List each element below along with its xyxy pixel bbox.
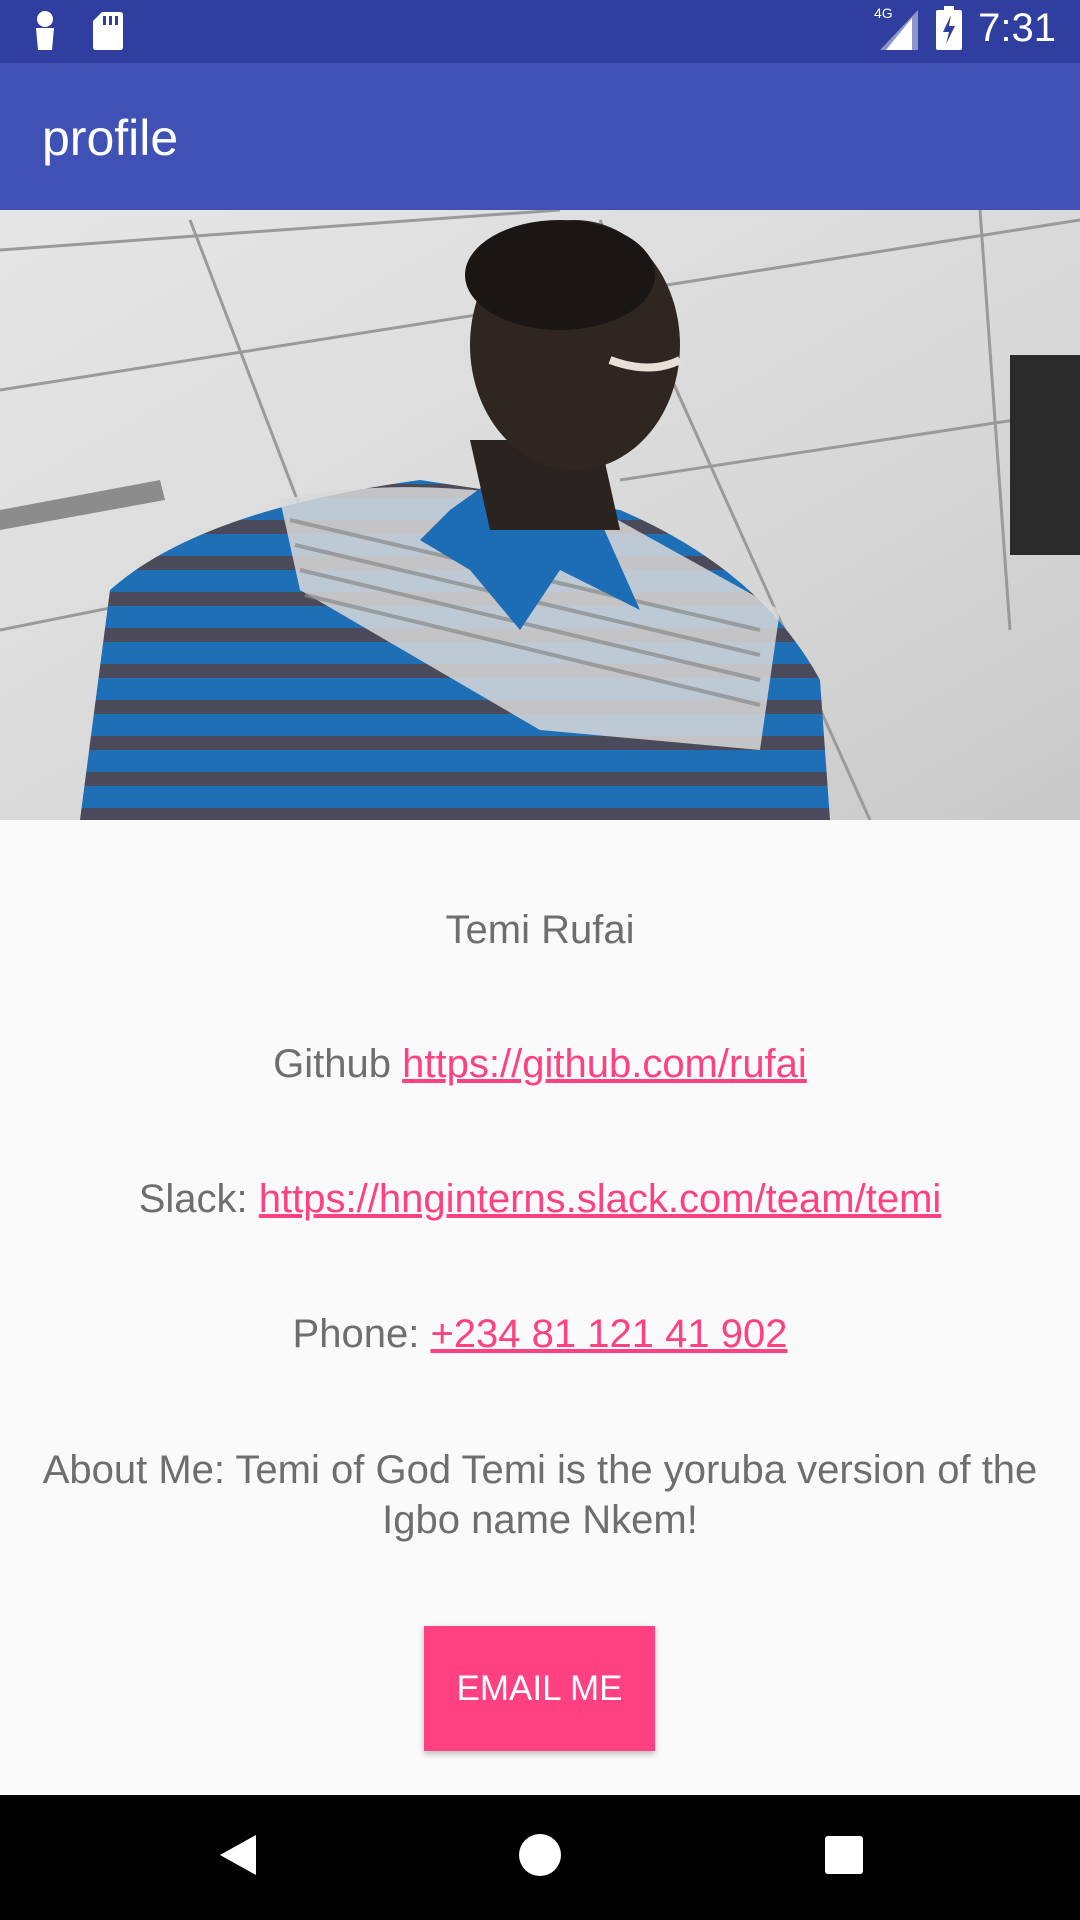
app-title: profile <box>42 110 179 166</box>
email-me-button[interactable]: EMAIL ME <box>424 1626 655 1751</box>
notification-icon <box>36 11 54 50</box>
phone-link[interactable]: +234 81 121 41 902 <box>430 1312 787 1356</box>
home-button[interactable] <box>510 1825 570 1885</box>
slack-label: Slack: <box>138 1177 248 1221</box>
back-icon <box>220 1835 256 1875</box>
app-bar: profile <box>0 63 1080 210</box>
github-link[interactable]: https://github.com/rufai <box>402 1042 807 1086</box>
recents-icon <box>825 1836 863 1874</box>
slack-link[interactable]: https://hnginterns.slack.com/team/temi <box>259 1177 942 1221</box>
phone-row: Phone: +234 81 121 41 902 <box>0 1312 1080 1357</box>
phone-label: Phone: <box>292 1312 420 1356</box>
navigation-bar <box>0 1795 1080 1920</box>
github-row: Github https://github.com/rufai <box>0 1042 1080 1087</box>
about-me-text: About Me: Temi of God Temi is the yoruba… <box>42 1448 1038 1542</box>
status-time: 7:31 <box>978 5 1056 50</box>
back-button[interactable] <box>208 1825 268 1885</box>
home-icon <box>519 1834 561 1876</box>
slack-row: Slack: https://hnginterns.slack.com/team… <box>0 1177 1080 1222</box>
sd-card-icon <box>93 12 123 50</box>
status-bar: 4G 7:31 <box>0 0 1080 63</box>
profile-photo <box>0 210 1080 820</box>
profile-name: Temi Rufai <box>445 908 635 952</box>
cellular-signal-icon: 4G <box>874 5 919 50</box>
github-label: Github <box>273 1042 392 1086</box>
profile-details: Temi Rufai Github https://github.com/ruf… <box>0 820 1080 1795</box>
recents-button[interactable] <box>814 1825 874 1885</box>
battery-charging-icon <box>936 6 963 50</box>
network-type: 4G <box>874 5 893 21</box>
